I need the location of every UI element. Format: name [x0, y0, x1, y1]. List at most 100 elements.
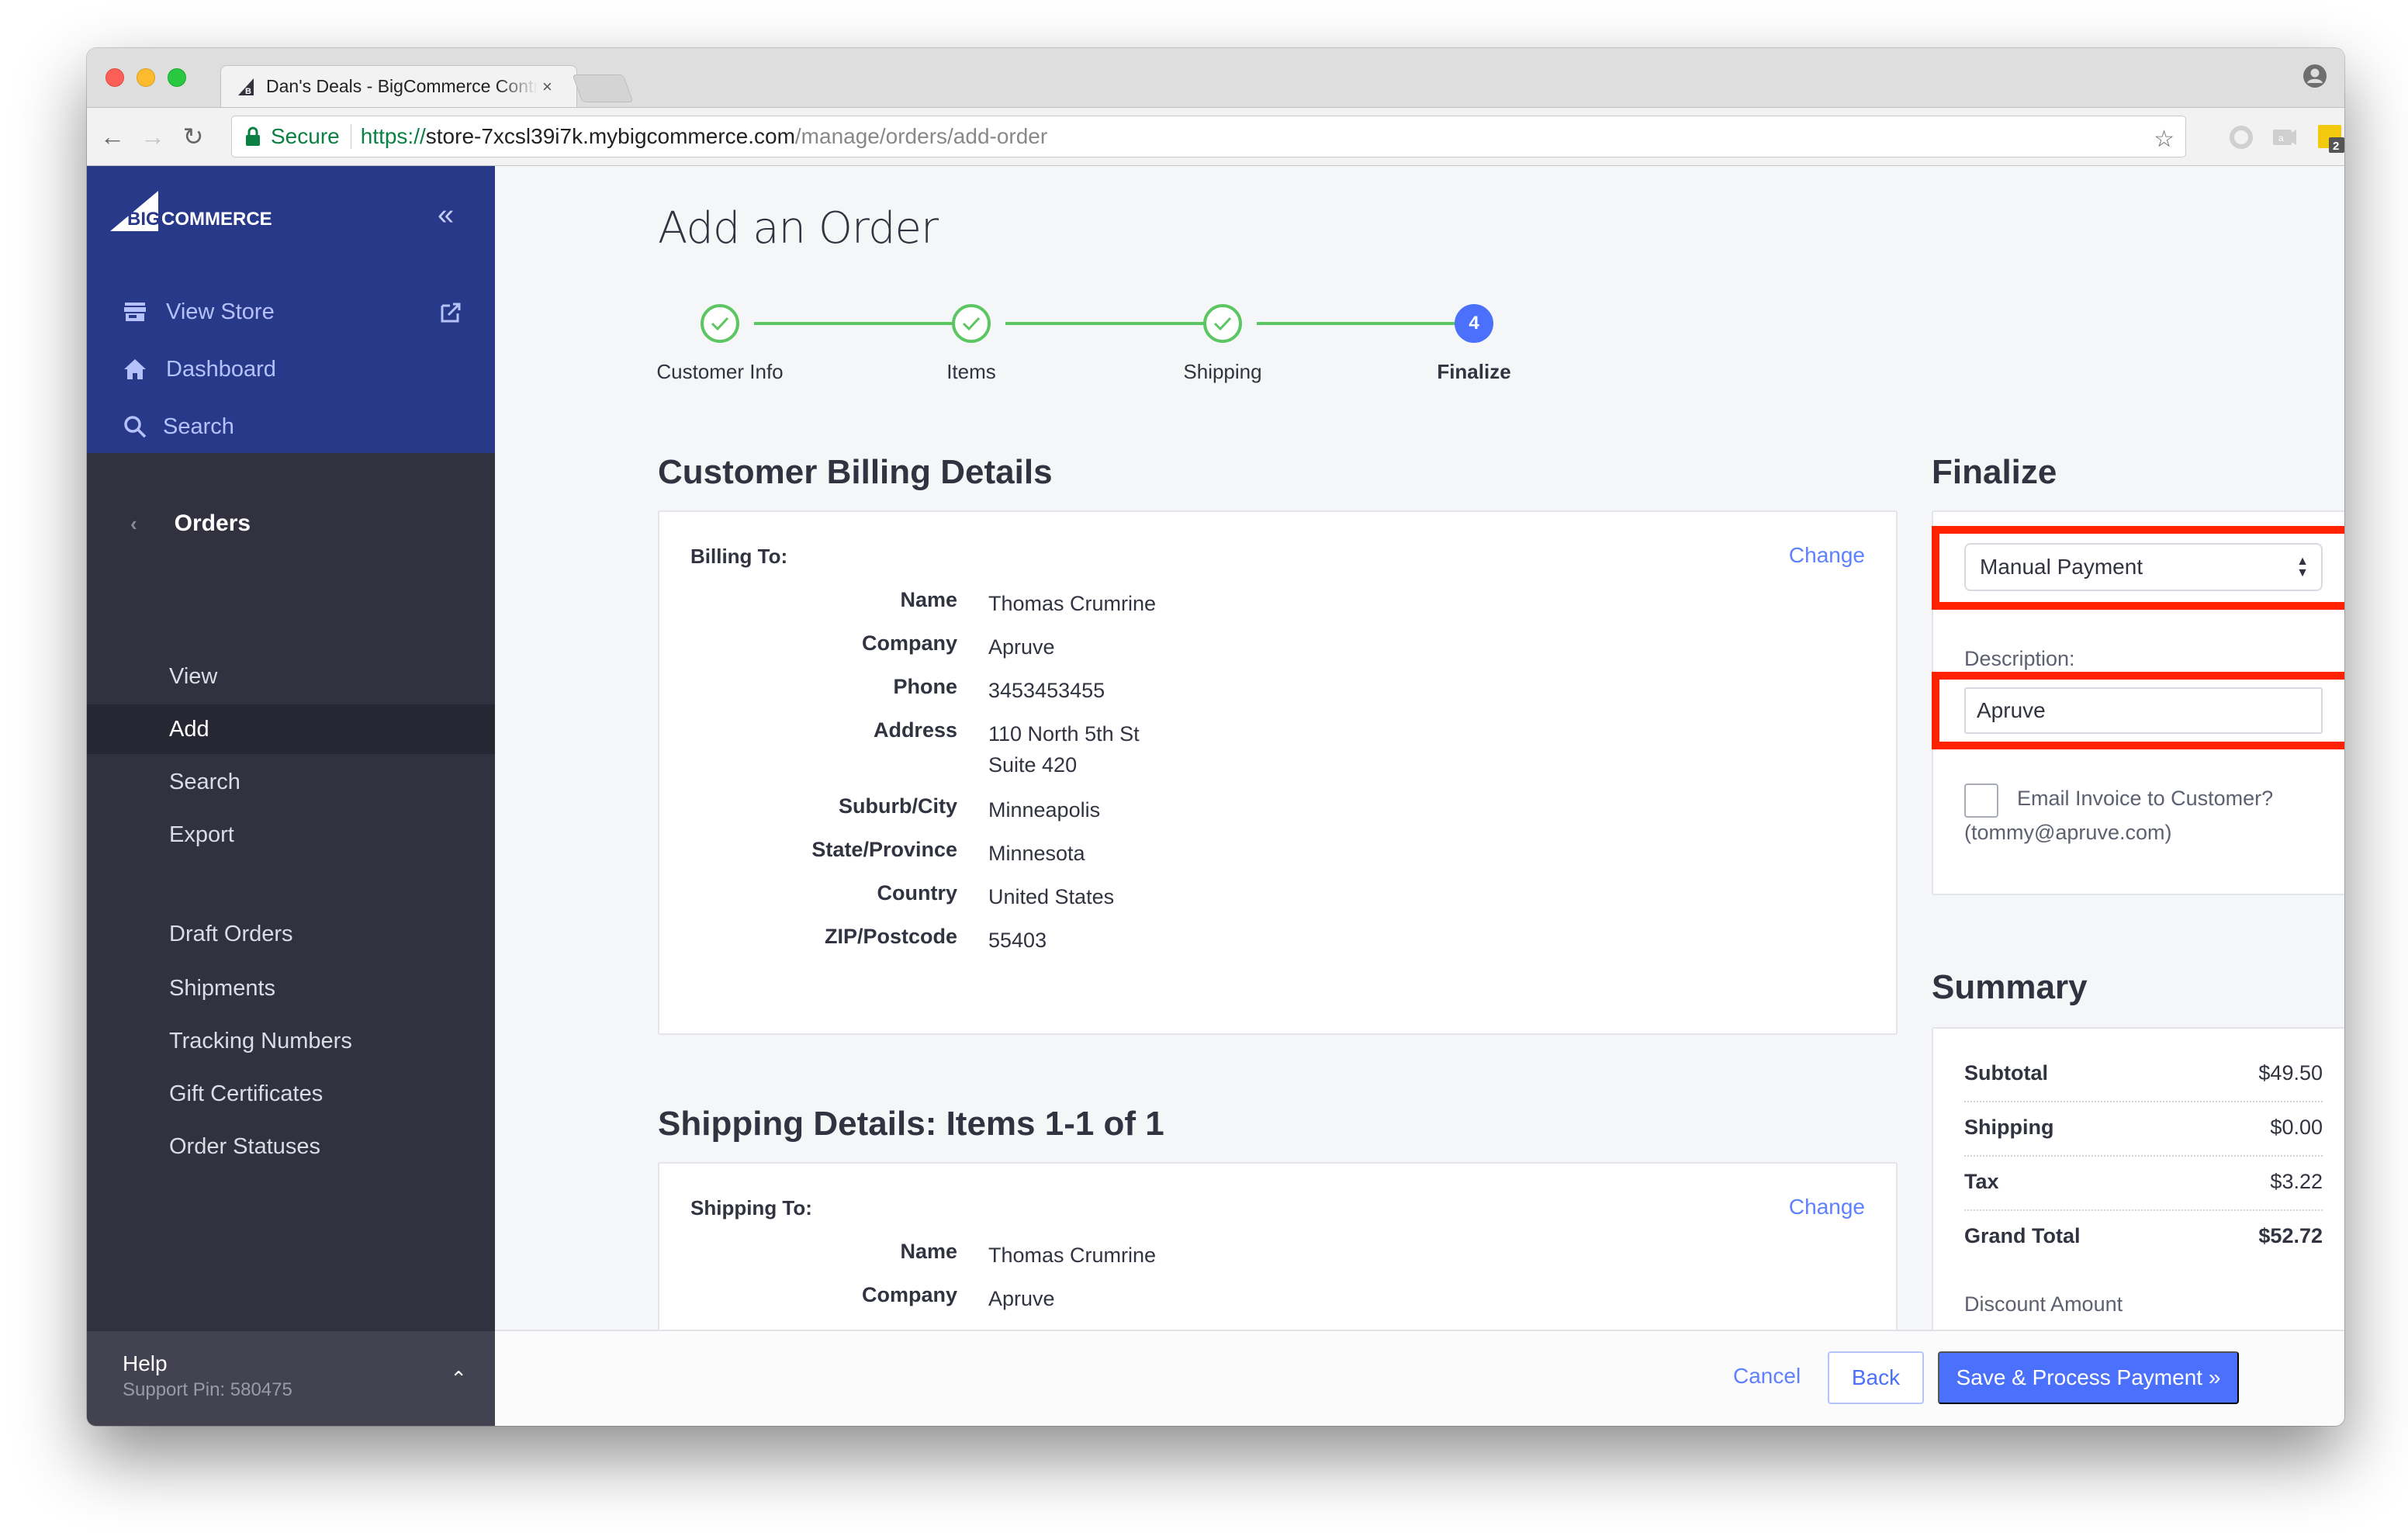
summary-section-title: Summary: [1932, 968, 2088, 1006]
svg-text:a: a: [2278, 133, 2284, 144]
step-number: 4: [1455, 304, 1493, 343]
step-label: Finalize: [1437, 360, 1511, 383]
payment-method-value: Manual Payment: [1980, 555, 2143, 579]
sidebar-item-label: View Store: [166, 299, 275, 324]
home-icon: [124, 359, 146, 379]
description-input[interactable]: [1964, 687, 2323, 734]
sidebar-subitem-export[interactable]: Export: [87, 810, 495, 860]
close-window-button[interactable]: [106, 68, 124, 87]
extension-badge: 2: [2333, 140, 2339, 153]
sidebar-top: BIG COMMERCE « View Store Dashboard Sear…: [87, 166, 495, 453]
address-bar[interactable]: Secure https:// store-7xcsl39i7k.mybigco…: [231, 116, 2186, 157]
discount-amount-label: Discount Amount: [1964, 1292, 2123, 1316]
back-arrow-icon[interactable]: ←: [98, 122, 127, 151]
shipping-section-title: Shipping Details: Items 1-1 of 1: [658, 1105, 1164, 1143]
support-pin: Support Pin: 580475: [123, 1379, 292, 1400]
svg-text:B: B: [245, 87, 251, 96]
page-title: Add an Order: [658, 203, 939, 254]
billing-section-title: Customer Billing Details: [658, 453, 1053, 491]
customer-email: (tommy@apruve.com): [1964, 821, 2172, 844]
tab-title: Dan's Deals - BigCommerce Control Panel: [266, 76, 538, 96]
sidebar-item-search[interactable]: Search: [123, 408, 234, 445]
change-shipping-link[interactable]: Change: [1789, 1195, 1865, 1219]
external-link-icon[interactable]: [439, 301, 462, 324]
browser-window: B Dan's Deals - BigCommerce Control Pane…: [87, 48, 2344, 1426]
extension-ring-icon[interactable]: [2228, 122, 2254, 153]
minimize-window-button[interactable]: [137, 68, 155, 87]
action-footer: Cancel Back Save & Process Payment »: [495, 1330, 2344, 1426]
check-icon: [701, 304, 739, 343]
reload-icon[interactable]: ↻: [178, 122, 208, 151]
billing-row: Name Thomas Crumrine: [900, 588, 1157, 615]
back-button[interactable]: Back: [1828, 1351, 1924, 1404]
step-items[interactable]: Items: [894, 304, 1049, 384]
store-icon: [124, 303, 146, 321]
sidebar-item-dashboard[interactable]: Dashboard: [123, 351, 276, 388]
sidebar-subitem-search[interactable]: Search: [87, 757, 495, 807]
step-label: Items: [946, 360, 996, 383]
sidebar-subitem-shipments[interactable]: Shipments: [87, 963, 495, 1013]
billing-row: Phone 3453453455: [893, 675, 1105, 702]
step-customer-info[interactable]: Customer Info: [642, 304, 797, 384]
browser-tab-active[interactable]: B Dan's Deals - BigCommerce Control Pane…: [220, 65, 577, 107]
billing-row: ZIP/Postcode 55403: [824, 925, 1047, 952]
email-invoice-checkbox[interactable]: [1964, 784, 1998, 818]
billing-row: Company Apruve: [861, 631, 1055, 659]
maximize-window-button[interactable]: [168, 68, 186, 87]
tab-close-icon[interactable]: ×: [542, 77, 552, 97]
collapse-sidebar-icon[interactable]: «: [438, 199, 454, 232]
step-shipping[interactable]: Shipping: [1145, 304, 1300, 384]
save-process-payment-button[interactable]: Save & Process Payment »: [1938, 1351, 2239, 1404]
billing-row: Suburb/City Minneapolis: [839, 794, 1101, 822]
main-content: Add an Order Customer Info Items Shippin…: [495, 166, 2344, 1330]
lock-icon: [246, 126, 260, 146]
url-path: /manage/orders/add-order: [794, 124, 1048, 148]
sidebar-subitem-draft-orders[interactable]: Draft Orders: [87, 909, 495, 959]
summary-row-subtotal: Subtotal $49.50: [1964, 1061, 2323, 1102]
shipping-to-label: Shipping To:: [690, 1196, 812, 1219]
url-scheme: https://: [360, 124, 426, 148]
bigcommerce-logo[interactable]: BIG COMMERCE: [110, 189, 296, 233]
shipping-row: Name Thomas Crumrine: [900, 1240, 1157, 1267]
cancel-button[interactable]: Cancel: [1733, 1364, 1801, 1389]
sidebar-item-view-store[interactable]: View Store: [123, 293, 275, 330]
sidebar-subitem-view[interactable]: View: [87, 652, 495, 701]
bookmark-star-icon[interactable]: ☆: [2154, 126, 2174, 153]
billing-to-label: Billing To:: [690, 545, 788, 568]
shipping-row: Company Apruve: [861, 1283, 1055, 1310]
sidebar: BIG COMMERCE « View Store Dashboard Sear…: [87, 166, 495, 1426]
sidebar-subitem-tracking-numbers[interactable]: Tracking Numbers: [87, 1016, 495, 1066]
help-title: Help: [123, 1351, 168, 1375]
change-billing-link[interactable]: Change: [1789, 543, 1865, 568]
email-invoice-label: Email Invoice to Customer?: [2017, 787, 2274, 810]
check-icon: [1203, 304, 1242, 343]
chevron-up-icon[interactable]: ⌃: [450, 1367, 467, 1391]
url-host: store-7xcsl39i7k.mybigcommerce.com: [425, 124, 795, 148]
sidebar-section-label: Orders: [174, 510, 251, 536]
billing-row: Country United States: [877, 881, 1115, 908]
profile-icon[interactable]: [2302, 64, 2327, 88]
sidebar-subitem-gift-certificates[interactable]: Gift Certificates: [87, 1069, 495, 1119]
svg-text:BIG: BIG: [127, 209, 161, 230]
billing-row: Address 110 North 5th St Suite 420: [873, 718, 1140, 777]
finalize-section-title: Finalize: [1932, 453, 2057, 491]
payment-method-select[interactable]: Manual Payment ▲ ▼: [1964, 543, 2323, 591]
extension-chat-icon[interactable]: a: [2271, 122, 2298, 153]
secure-label: Secure: [271, 124, 340, 148]
sidebar-subitem-order-statuses[interactable]: Order Statuses: [87, 1122, 495, 1171]
summary-row-shipping: Shipping $0.00: [1964, 1116, 2323, 1157]
billing-row: State/Province Minnesota: [811, 838, 1085, 865]
sidebar-subitem-add[interactable]: Add: [87, 704, 495, 754]
forward-arrow-icon[interactable]: →: [138, 122, 168, 151]
sidebar-section-orders[interactable]: ‹ Orders: [130, 510, 251, 537]
search-icon: [124, 416, 147, 438]
app-area: BIG COMMERCE « View Store Dashboard Sear…: [87, 166, 2344, 1426]
step-finalize[interactable]: 4 Finalize: [1396, 304, 1552, 384]
help-panel[interactable]: Help Support Pin: 580475 ⌃: [87, 1331, 495, 1426]
sidebar-item-label: Dashboard: [166, 356, 276, 382]
shipping-card: Shipping To: Change Name Thomas Crumrine …: [658, 1162, 1898, 1330]
select-arrows-icon: ▲ ▼: [2296, 555, 2309, 579]
new-tab-button[interactable]: [572, 74, 634, 102]
extension-notes-icon[interactable]: 2: [2316, 122, 2344, 153]
back-chevron-icon[interactable]: ‹: [130, 512, 137, 536]
